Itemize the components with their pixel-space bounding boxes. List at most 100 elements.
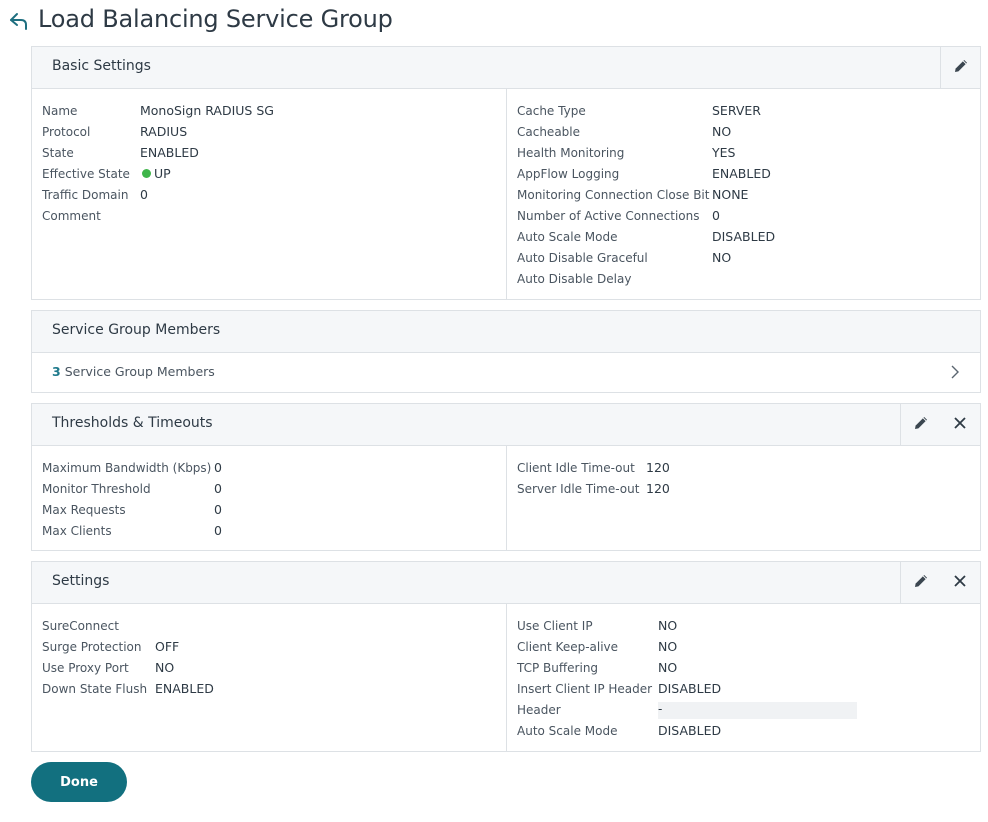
field-label: Header [517, 703, 561, 717]
status-text: UP [154, 166, 171, 181]
edit-settings-button[interactable] [900, 562, 940, 603]
field-label: Traffic Domain [42, 188, 129, 202]
field-label: Use Proxy Port [42, 661, 129, 675]
basic-settings-header: Basic Settings [32, 47, 980, 89]
field-value: 0 [214, 502, 222, 517]
field-label: Name [42, 104, 78, 118]
field-label: Comment [42, 209, 101, 223]
field-label: Cacheable [517, 125, 581, 139]
field-label: Health Monitoring [517, 146, 625, 160]
field-label: Number of Active Connections [517, 209, 700, 223]
members-link-label: Service Group Members [64, 364, 215, 379]
field-label: Monitoring Connection Close Bit [517, 188, 710, 202]
field-value: DISABLED [658, 723, 722, 738]
page-title: Load Balancing Service Group [38, 5, 393, 33]
field-value: DISABLED [712, 229, 776, 244]
field-label: Down State Flush [42, 682, 148, 696]
page-header: Load Balancing Service Group [0, 0, 988, 42]
field-label: Auto Disable Graceful [517, 251, 648, 265]
field-label: Max Requests [42, 503, 126, 517]
field-value: MonoSign RADIUS SG [140, 103, 274, 118]
members-count: 3 [52, 364, 61, 379]
back-arrow-icon[interactable] [6, 8, 32, 34]
field-value: 0 [214, 523, 222, 538]
service-group-members-panel: Service Group Members 3 Service Group Me… [31, 310, 981, 393]
edit-thresholds-button[interactable] [900, 404, 940, 445]
close-icon [953, 573, 967, 592]
status-up-icon [142, 169, 151, 178]
basic-settings-panel: Basic Settings Name MonoSign RADIUS SG Pr… [31, 46, 981, 300]
header-value-field: - [658, 702, 857, 719]
field-label: Client Idle Time-out [517, 461, 635, 475]
effective-state-value: UP [142, 166, 171, 181]
field-value: NO [658, 660, 678, 675]
field-label: Insert Client IP Header [517, 682, 653, 696]
basic-settings-title: Basic Settings [52, 58, 151, 74]
field-value: 0 [214, 460, 222, 475]
field-value: ENABLED [712, 166, 771, 181]
settings-left: SureConnect Surge Protection OFF Use Prox… [32, 604, 506, 751]
members-header: Service Group Members [32, 311, 980, 353]
field-value: RADIUS [140, 124, 188, 139]
thresholds-right: Client Idle Time-out 120 Server Idle Time… [506, 446, 980, 550]
field-value: NO [658, 639, 678, 654]
field-value: 0 [712, 208, 720, 223]
field-value: DISABLED [658, 681, 722, 696]
chevron-right-icon [948, 364, 962, 380]
field-value: NO [658, 618, 678, 633]
field-value: SERVER [712, 103, 761, 118]
field-label: TCP Buffering [517, 661, 599, 675]
field-label: Client Keep-alive [517, 640, 619, 654]
field-label: Monitor Threshold [42, 482, 151, 496]
field-label: State [42, 146, 74, 160]
field-label: Server Idle Time-out [517, 482, 640, 496]
field-label: Protocol [42, 125, 91, 139]
field-value: OFF [155, 639, 180, 654]
settings-right: Use Client IP NO Client Keep-alive NO TCP … [506, 604, 980, 751]
close-icon [953, 415, 967, 434]
thresholds-timeouts-panel: Thresholds & Timeouts Maximum Bandwidth … [31, 403, 981, 551]
basic-settings-left: Name MonoSign RADIUS SG Protocol RADIUS St… [32, 89, 506, 299]
field-value: NO [712, 124, 732, 139]
remove-settings-button[interactable] [940, 562, 980, 603]
field-label: SureConnect [42, 619, 119, 633]
field-value: 120 [646, 481, 670, 496]
field-value: NONE [712, 187, 749, 202]
thresholds-title: Thresholds & Timeouts [52, 415, 213, 431]
settings-body: SureConnect Surge Protection OFF Use Prox… [32, 604, 980, 751]
field-label: AppFlow Logging [517, 167, 620, 181]
field-value: YES [712, 145, 736, 160]
thresholds-header: Thresholds & Timeouts [32, 404, 980, 446]
remove-thresholds-button[interactable] [940, 404, 980, 445]
field-value: 120 [646, 460, 670, 475]
field-value: NO [712, 250, 732, 265]
pencil-icon [952, 57, 970, 79]
field-value: 0 [140, 187, 148, 202]
thresholds-body: Maximum Bandwidth (Kbps) 0 Monitor Thresh… [32, 446, 980, 550]
field-label: Auto Scale Mode [517, 230, 618, 244]
field-value: ENABLED [140, 145, 199, 160]
pencil-icon [912, 572, 930, 594]
service-group-members-link[interactable]: 3 Service Group Members [32, 353, 980, 391]
field-label: Use Client IP [517, 619, 593, 633]
edit-basic-settings-button[interactable] [940, 47, 980, 88]
field-value: ENABLED [155, 681, 214, 696]
settings-panel: Settings SureConnect Surge Protection OFF… [31, 561, 981, 752]
field-label: Max Clients [42, 524, 112, 538]
field-value: NO [155, 660, 175, 675]
field-label: Maximum Bandwidth (Kbps) [42, 461, 212, 475]
members-title: Service Group Members [52, 322, 221, 338]
settings-header: Settings [32, 562, 980, 604]
members-link-text: 3 Service Group Members [52, 364, 215, 379]
pencil-icon [912, 414, 930, 436]
field-label: Surge Protection [42, 640, 142, 654]
done-button[interactable]: Done [31, 762, 127, 802]
field-label: Auto Scale Mode [517, 724, 618, 738]
field-label: Auto Disable Delay [517, 272, 632, 286]
basic-settings-body: Name MonoSign RADIUS SG Protocol RADIUS St… [32, 89, 980, 299]
settings-title: Settings [52, 573, 110, 589]
detail-row: Header - [517, 700, 877, 721]
field-value: 0 [214, 481, 222, 496]
field-label: Effective State [42, 167, 130, 181]
thresholds-left: Maximum Bandwidth (Kbps) 0 Monitor Thresh… [32, 446, 506, 550]
